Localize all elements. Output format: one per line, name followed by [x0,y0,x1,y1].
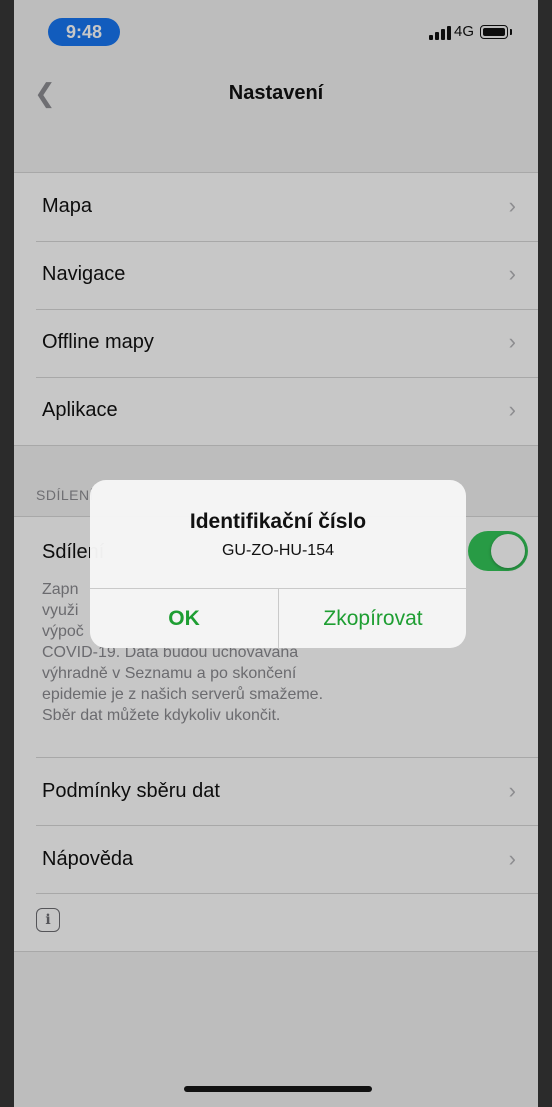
alert-message: GU-ZO-HU-154 [221,542,334,559]
alert-dialog: Identifikační číslo GU-ZO-HU-154 OK Zkop… [90,480,466,648]
alert-title: Identifikační číslo [189,510,367,533]
home-indicator[interactable] [184,1086,372,1092]
copy-button[interactable]: Zkopírovat [279,589,466,648]
ok-button[interactable]: OK [90,589,278,648]
phone-screen: 9:48 4G ❮ Nastavení Mapa › Navigace › Of… [14,0,538,1107]
